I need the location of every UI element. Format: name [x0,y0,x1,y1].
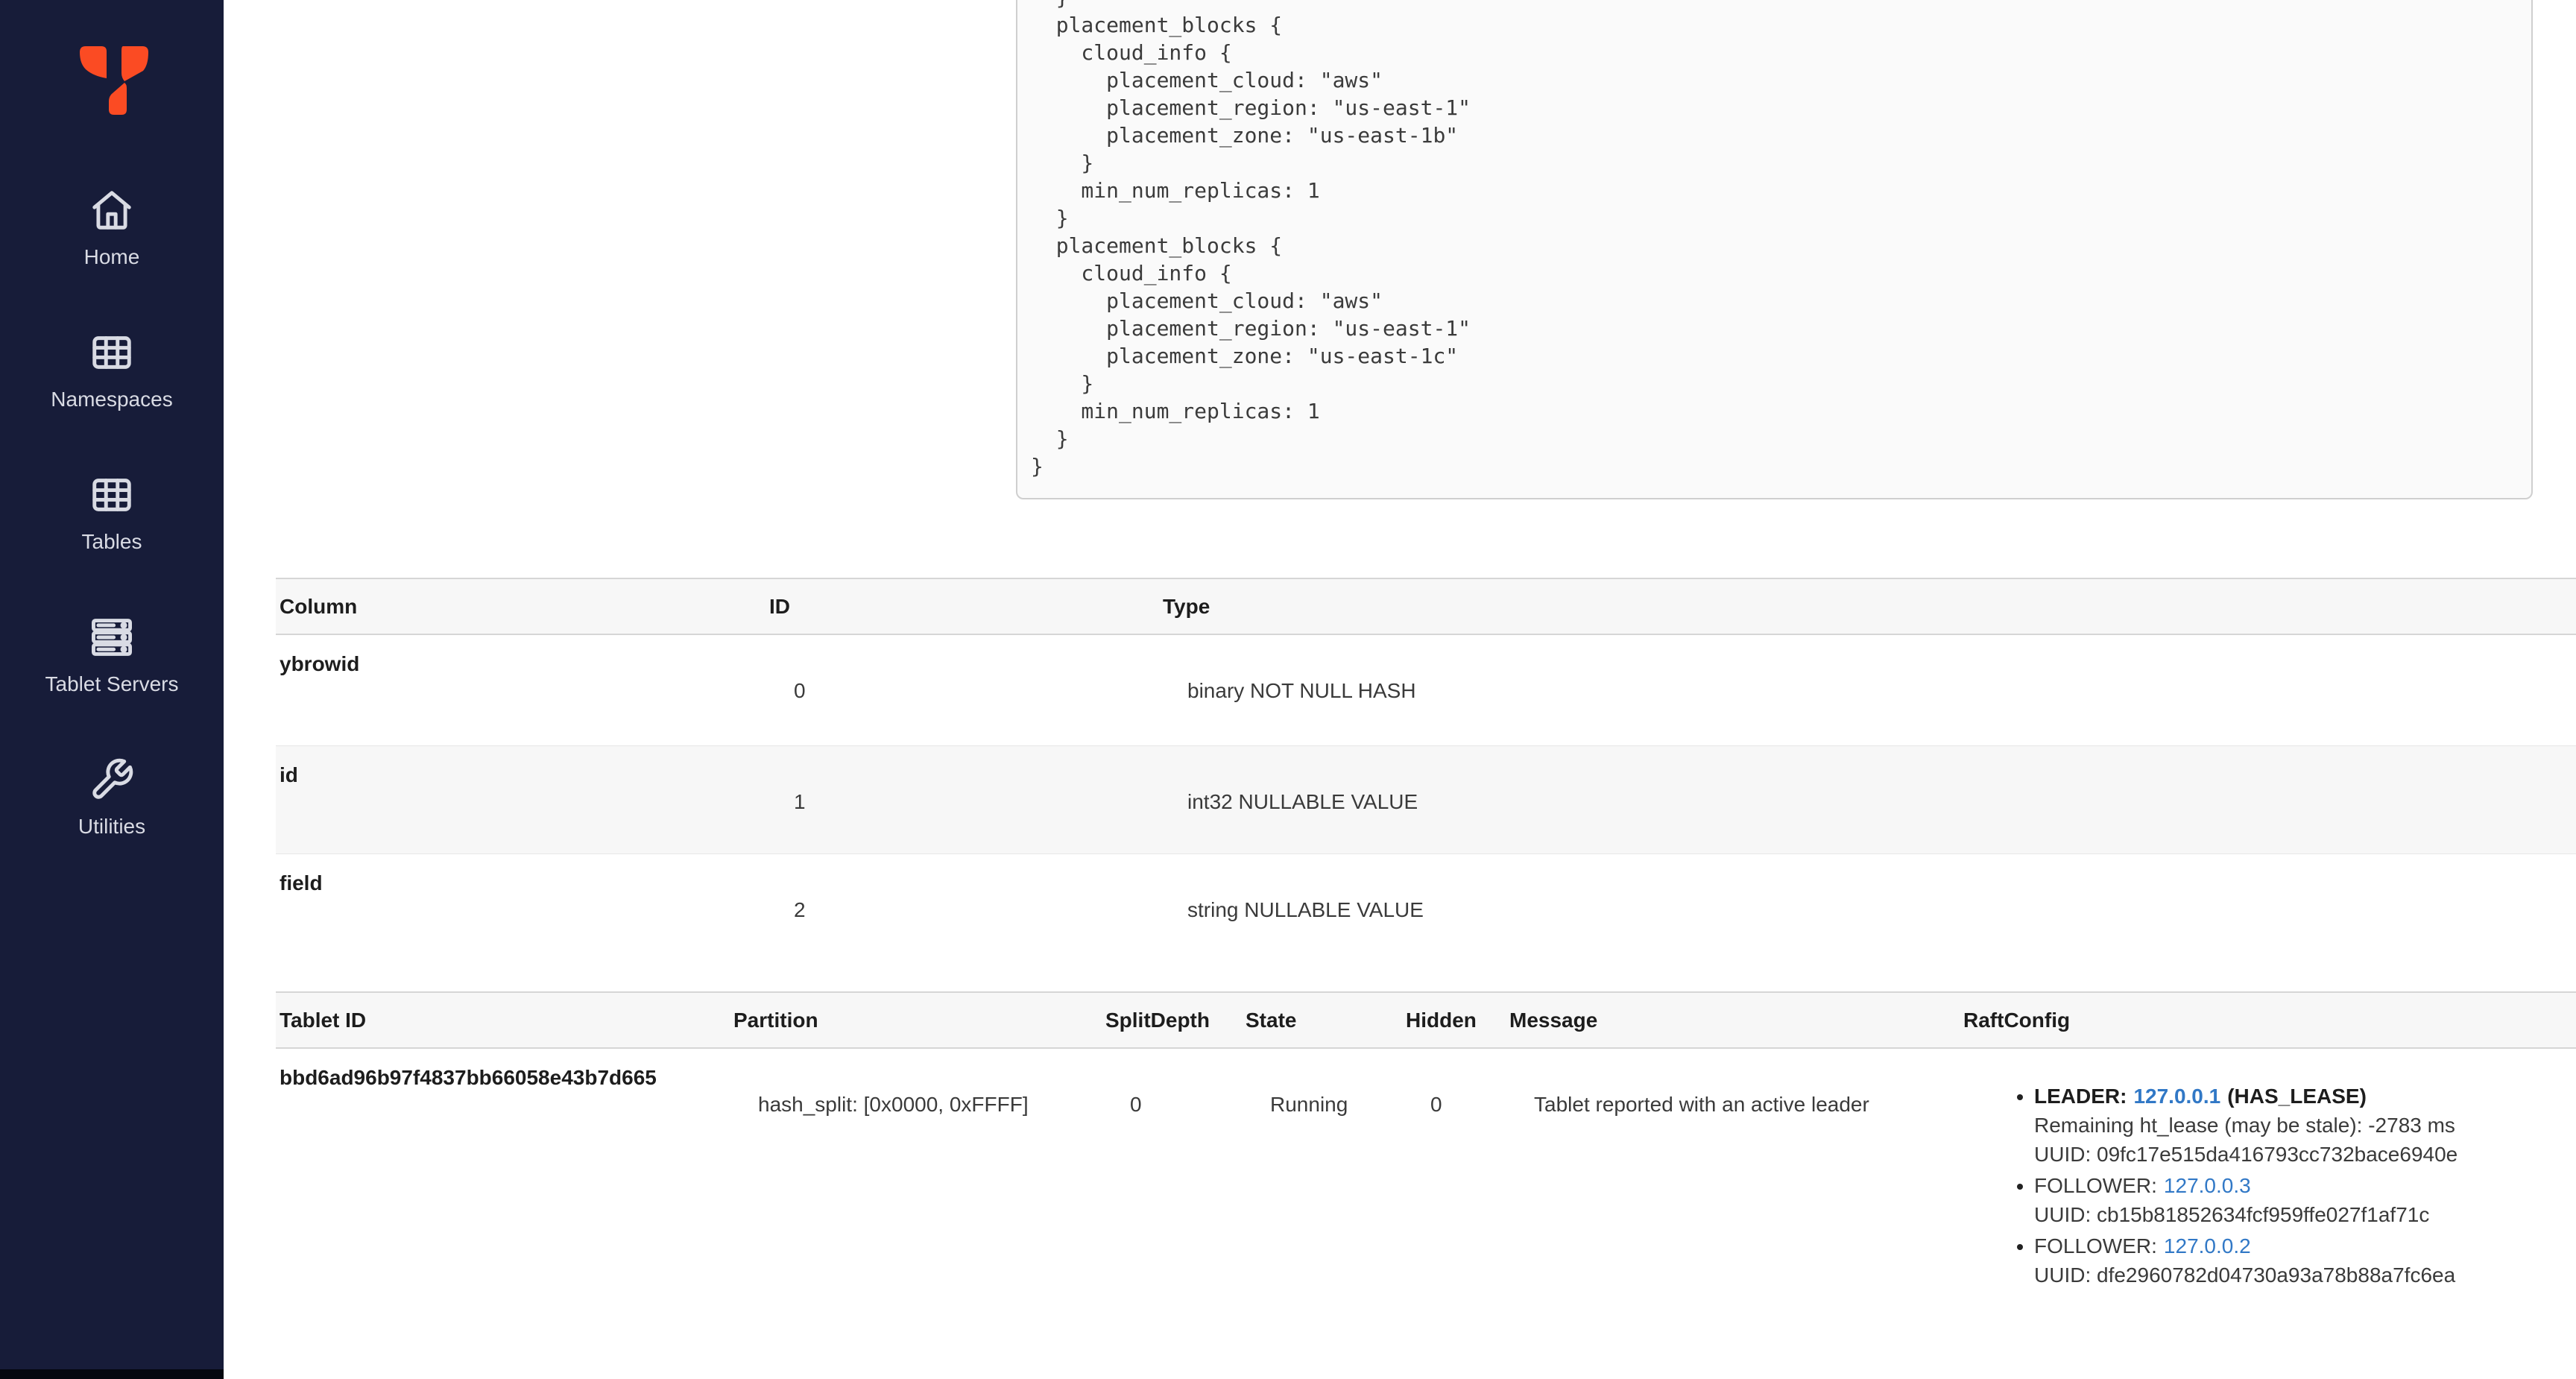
sidebar-nav: Home Namespaces Tables Tablet Servers Ut… [0,187,224,899]
tablet-hidden: 0 [1430,1093,1442,1116]
column-name: id [280,763,298,786]
column-header-column: Column [280,595,358,618]
yugabyte-logo-icon [80,46,148,115]
sidebar-item-utilities[interactable]: Utilities [0,757,224,899]
raft-config-list: LEADER: 127.0.0.1 (HAS_LEASE) Remaining ht… [1988,1082,2569,1290]
column-name: ybrowid [280,652,360,675]
replication-info-card: } placement_blocks { cloud_info { placem… [1016,0,2533,499]
tablet-message: Tablet reported with an active leader [1534,1093,1869,1116]
column-header-raftconfig: RaftConfig [1963,1009,2071,1032]
sidebar-bottom-strip [0,1369,224,1379]
raft-follower-item: FOLLOWER: 127.0.0.2 UUID: dfe2960782d0473… [2034,1231,2569,1290]
column-header-id: ID [769,595,790,618]
column-type: int32 NULLABLE VALUE [1187,790,1418,813]
column-id: 0 [794,679,806,702]
grid-icon [89,472,135,518]
tablet-id: bbd6ad96b97f4837bb66058e43b7d665 [280,1066,657,1089]
tablet-raft-config: LEADER: 127.0.0.1 (HAS_LEASE) Remaining ht… [1960,1049,2576,1377]
sidebar-item-tablet-servers[interactable]: Tablet Servers [0,614,224,757]
raft-role-label: LEADER: [2034,1085,2127,1108]
column-header-partition: Partition [733,1009,818,1032]
raft-role-label: FOLLOWER: [2034,1174,2157,1197]
tablet-state: Running [1270,1093,1348,1116]
column-header-tablet-id: Tablet ID [280,1009,367,1032]
columns-table-header: Column ID Type [276,578,2576,635]
leader-ip-link[interactable]: 127.0.0.1 [2133,1085,2220,1108]
column-header-hidden: Hidden [1406,1009,1477,1032]
tablet-row: bbd6ad96b97f4837bb66058e43b7d665 hash_sp… [276,1049,2576,1377]
column-id: 1 [794,790,806,813]
sidebar-item-label: Utilities [78,815,146,838]
raft-follower-item: FOLLOWER: 127.0.0.3 UUID: cb15b81852634fc… [2034,1171,2569,1229]
column-header-state: State [1246,1009,1297,1032]
sidebar-item-label: Home [83,245,140,268]
column-header-splitdepth: SplitDepth [1105,1009,1210,1032]
raft-uuid: UUID: dfe2960782d04730a93a78b88a7fc6ea [2034,1263,2456,1287]
column-type: string NULLABLE VALUE [1187,898,1424,921]
tablets-table-header: Tablet ID Partition SplitDepth State Hid… [276,991,2576,1049]
wrench-icon [89,757,135,803]
tablets-table: Tablet ID Partition SplitDepth State Hid… [276,991,2576,1377]
raft-uuid: UUID: 09fc17e515da416793cc732bace6940e [2034,1143,2458,1166]
raft-leader-line: LEADER: 127.0.0.1 (HAS_LEASE) [2034,1082,2569,1111]
home-icon [89,187,135,233]
sidebar-item-tables[interactable]: Tables [0,472,224,614]
sidebar-item-label: Tables [81,530,142,553]
raft-uuid: UUID: cb15b81852634fcf959ffe027f1af71c [2034,1203,2430,1226]
replication-info-code: } placement_blocks { cloud_info { placem… [1031,0,1471,479]
table-row: field 2 string NULLABLE VALUE [276,854,2576,975]
column-type: binary NOT NULL HASH [1187,679,1416,702]
raft-follower-line: FOLLOWER: 127.0.0.3 [2034,1171,2569,1200]
raft-leader-item: LEADER: 127.0.0.1 (HAS_LEASE) Remaining ht… [2034,1082,2569,1169]
grid-icon [89,329,135,376]
sidebar: Home Namespaces Tables Tablet Servers Ut… [0,0,224,1379]
sidebar-item-home[interactable]: Home [0,187,224,329]
sidebar-item-namespaces[interactable]: Namespaces [0,329,224,472]
follower-ip-link[interactable]: 127.0.0.3 [2164,1174,2251,1197]
column-id: 2 [794,898,806,921]
app-window: Home Namespaces Tables Tablet Servers Ut… [0,0,2576,1379]
columns-table: Column ID Type ybrowid 0 binary NOT NULL… [276,578,2576,975]
sidebar-item-label: Namespaces [51,388,173,411]
raft-lease-flag: (HAS_LEASE) [2227,1085,2367,1108]
raft-follower-line: FOLLOWER: 127.0.0.2 [2034,1231,2569,1260]
main-content: } placement_blocks { cloud_info { placem… [224,0,2576,1379]
tablet-splitdepth: 0 [1130,1093,1142,1116]
raft-lease-remaining: Remaining ht_lease (may be stale): -2783… [2034,1114,2455,1137]
tablet-partition: hash_split: [0x0000, 0xFFFF] [758,1093,1029,1116]
sidebar-item-label: Tablet Servers [45,672,179,695]
server-stack-icon [89,614,135,660]
column-header-type: Type [1163,595,1210,618]
column-name: field [280,871,323,894]
column-header-message: Message [1509,1009,1598,1032]
raft-role-label: FOLLOWER: [2034,1234,2157,1257]
table-row: id 1 int32 NULLABLE VALUE [276,746,2576,854]
follower-ip-link[interactable]: 127.0.0.2 [2164,1234,2251,1257]
table-row: ybrowid 0 binary NOT NULL HASH [276,635,2576,746]
